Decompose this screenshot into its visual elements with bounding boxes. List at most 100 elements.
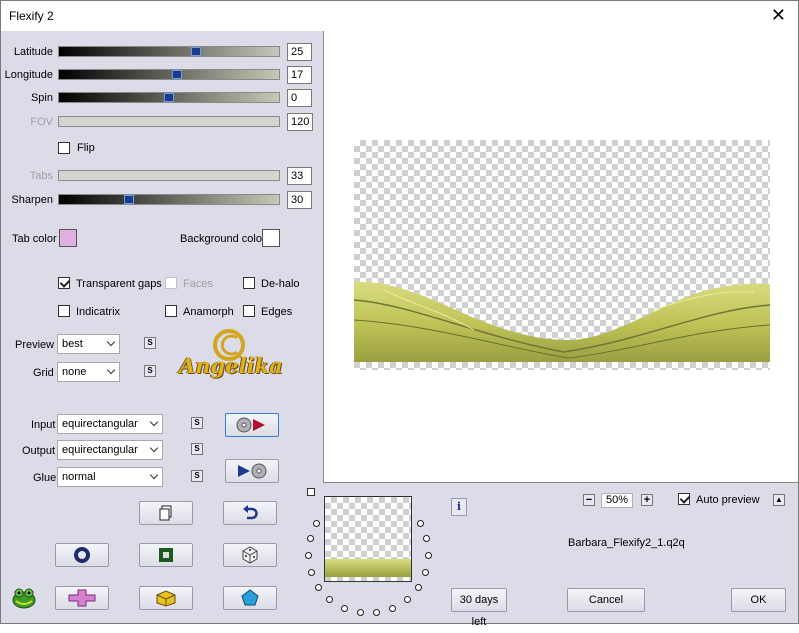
info-icon[interactable]: i bbox=[451, 498, 467, 516]
pentagon-icon bbox=[241, 589, 259, 606]
navigator-dot[interactable] bbox=[425, 552, 432, 559]
navigator-dot[interactable] bbox=[373, 609, 380, 616]
sharpen-slider[interactable] bbox=[58, 194, 280, 205]
thumbnail-landscape bbox=[325, 559, 411, 577]
latitude-value-field[interactable]: 25 bbox=[287, 43, 312, 61]
window-title: Flexify 2 bbox=[9, 9, 54, 23]
longitude-slider[interactable] bbox=[58, 69, 280, 80]
copy-button[interactable] bbox=[139, 501, 193, 525]
collapse-button[interactable]: ▲ bbox=[773, 494, 785, 506]
indicatrix-checkbox[interactable] bbox=[58, 305, 70, 317]
navigator-handle[interactable] bbox=[307, 488, 315, 496]
latitude-slider-thumb[interactable] bbox=[191, 47, 201, 56]
zoom-in-button[interactable]: + bbox=[641, 494, 653, 506]
navigator-dot[interactable] bbox=[423, 535, 430, 542]
zoom-out-button[interactable]: − bbox=[583, 494, 595, 506]
output-label: Output bbox=[22, 445, 56, 457]
navigator-dot[interactable] bbox=[389, 605, 396, 612]
transparent-gaps-label: Transparent gaps bbox=[76, 278, 162, 290]
faces-checkbox bbox=[165, 277, 177, 289]
random-button[interactable] bbox=[223, 543, 277, 567]
tabs-value-field[interactable]: 33 bbox=[287, 167, 312, 185]
longitude-label: Longitude bbox=[4, 69, 53, 81]
preview-s-button[interactable]: S bbox=[144, 337, 156, 349]
auto-preview-checkbox[interactable] bbox=[678, 493, 690, 505]
de-halo-checkbox[interactable] bbox=[243, 277, 255, 289]
edges-label: Edges bbox=[261, 306, 293, 318]
anamorph-label: Anamorph bbox=[183, 306, 234, 318]
cube-icon bbox=[156, 590, 176, 607]
navigator-dot[interactable] bbox=[305, 552, 312, 559]
undo-button[interactable] bbox=[223, 501, 277, 525]
input-select[interactable]: equirectangular bbox=[57, 414, 163, 434]
navigator-dot[interactable] bbox=[313, 520, 320, 527]
navigator-dot[interactable] bbox=[357, 609, 364, 616]
chevron-down-icon bbox=[149, 443, 159, 453]
sphere-button[interactable] bbox=[55, 543, 109, 567]
undo-icon bbox=[243, 505, 258, 520]
navigator-dot[interactable] bbox=[417, 520, 424, 527]
frog-logo-icon[interactable] bbox=[11, 585, 37, 611]
edges-checkbox[interactable] bbox=[243, 305, 255, 317]
sharpen-value-field[interactable]: 30 bbox=[287, 191, 312, 209]
navigator-dot[interactable] bbox=[307, 535, 314, 542]
title-bar: Flexify 2 ✕ bbox=[1, 1, 798, 31]
chevron-down-icon bbox=[149, 470, 159, 480]
load-preset-button[interactable] bbox=[225, 413, 279, 437]
longitude-slider-thumb[interactable] bbox=[172, 70, 182, 79]
dialog-body: Latitude 25 Longitude 17 Spin 0 FOV 120 Tabs 33 Sh… bbox=[1, 31, 798, 628]
latitude-slider[interactable] bbox=[58, 46, 280, 57]
navigator-dot[interactable] bbox=[415, 584, 422, 591]
indicatrix-label: Indicatrix bbox=[76, 306, 121, 318]
flexify-dialog: Flexify 2 ✕ Latitude 25 Longitude 17 Spin 0 FO… bbox=[0, 0, 799, 628]
landscape-render bbox=[354, 281, 770, 362]
spin-slider-thumb[interactable] bbox=[164, 93, 174, 102]
polyhedron-button[interactable] bbox=[223, 586, 277, 610]
chevron-down-icon bbox=[149, 417, 159, 427]
navigator-thumbnail bbox=[324, 496, 412, 582]
sharpen-slider-thumb[interactable] bbox=[124, 195, 134, 204]
spin-label: Spin bbox=[30, 92, 53, 104]
save-preset-button[interactable] bbox=[225, 459, 279, 483]
auto-preview-label: Auto preview bbox=[696, 494, 760, 506]
fov-value-field[interactable]: 120 bbox=[287, 113, 313, 131]
play-disc-icon bbox=[238, 463, 267, 479]
ok-button[interactable]: OK bbox=[731, 588, 786, 612]
spin-slider[interactable] bbox=[58, 92, 280, 103]
disc-play-icon bbox=[236, 417, 265, 433]
cancel-button[interactable]: Cancel bbox=[567, 588, 645, 612]
transparent-gaps-checkbox[interactable] bbox=[58, 277, 70, 289]
input-s-button[interactable]: S bbox=[191, 417, 203, 429]
spin-value-field[interactable]: 0 bbox=[287, 89, 312, 107]
days-left-button[interactable]: 30 days left bbox=[451, 588, 507, 628]
cross-button[interactable] bbox=[55, 586, 109, 610]
close-icon[interactable]: ✕ bbox=[771, 5, 786, 26]
grid-select[interactable]: none bbox=[57, 362, 120, 382]
navigator[interactable] bbox=[301, 486, 446, 626]
navigator-dot[interactable] bbox=[422, 569, 429, 576]
navigator-dot[interactable] bbox=[315, 584, 322, 591]
tab-color-swatch[interactable] bbox=[59, 229, 77, 247]
navigator-dot[interactable] bbox=[326, 596, 333, 603]
cube-button[interactable] bbox=[139, 586, 193, 610]
copy-icon bbox=[159, 505, 172, 521]
navigator-dot[interactable] bbox=[341, 605, 348, 612]
chevron-down-icon bbox=[106, 337, 116, 347]
longitude-value-field[interactable]: 17 bbox=[287, 66, 312, 84]
preview-select[interactable]: best bbox=[57, 334, 120, 354]
sharpen-label: Sharpen bbox=[11, 194, 53, 206]
flip-checkbox[interactable] bbox=[58, 142, 70, 154]
square-button[interactable] bbox=[139, 543, 193, 567]
glue-s-button[interactable]: S bbox=[191, 470, 203, 482]
output-s-button[interactable]: S bbox=[191, 443, 203, 455]
preview-pane[interactable] bbox=[323, 31, 798, 483]
anamorph-checkbox[interactable] bbox=[165, 305, 177, 317]
preview-image bbox=[354, 140, 770, 370]
background-color-swatch[interactable] bbox=[262, 229, 280, 247]
ring-icon bbox=[74, 547, 90, 563]
navigator-dot[interactable] bbox=[308, 569, 315, 576]
navigator-dot[interactable] bbox=[404, 596, 411, 603]
grid-s-button[interactable]: S bbox=[144, 365, 156, 377]
glue-select[interactable]: normal bbox=[57, 467, 163, 487]
output-select[interactable]: equirectangular bbox=[57, 440, 163, 460]
